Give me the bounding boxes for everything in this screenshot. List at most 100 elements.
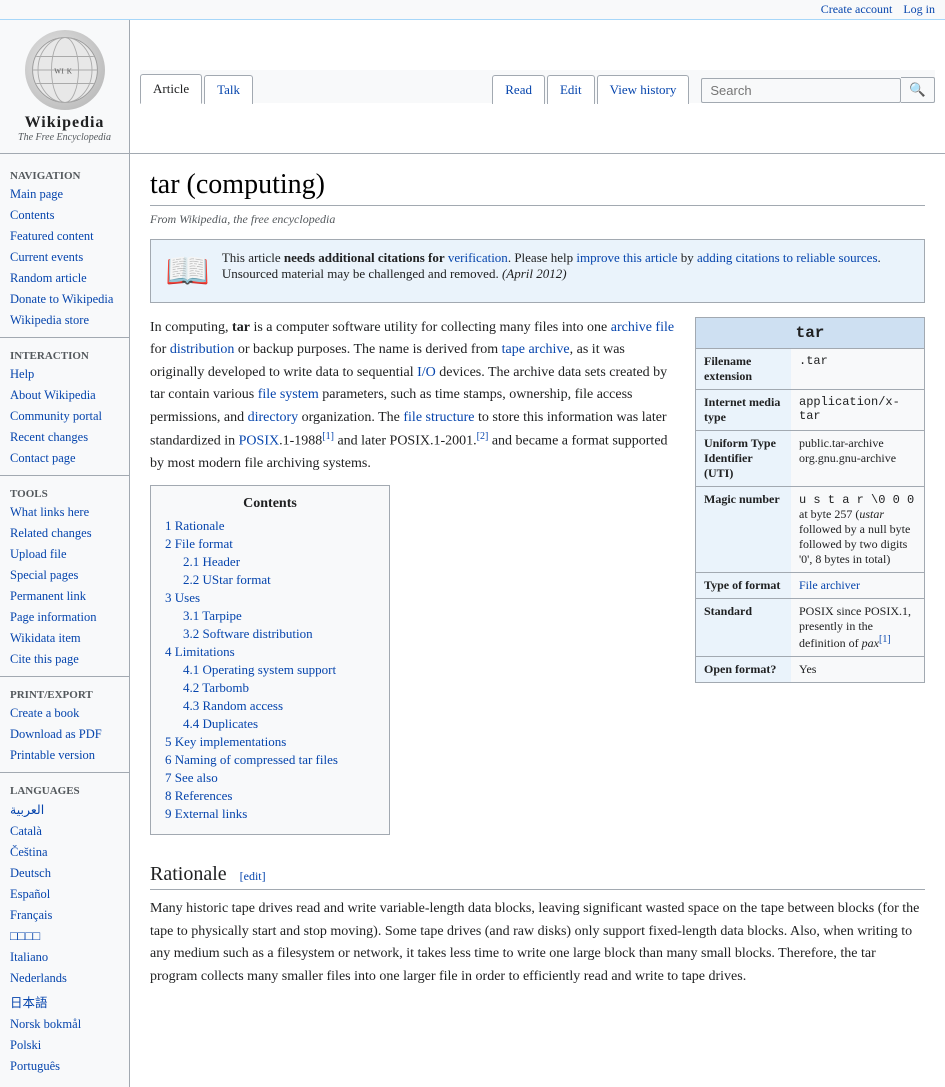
file-structure-link[interactable]: file structure	[403, 410, 474, 425]
contents-link-os-support[interactable]: 4.1 Operating system support	[183, 662, 336, 677]
citation-text: This article needs additional citations …	[222, 250, 910, 282]
sidebar-item-community-portal[interactable]: Community portal	[0, 406, 129, 427]
sidebar-item-ja[interactable]: 日本語	[0, 989, 129, 1014]
rationale-edit-link[interactable]: [edit]	[240, 869, 266, 883]
contents-link-random-access[interactable]: 4.3 Random access	[183, 698, 283, 713]
contents-item-5: 5 Key implementations	[165, 734, 375, 750]
contents-link-software-dist[interactable]: 3.2 Software distribution	[183, 626, 313, 641]
sidebar-item-contact[interactable]: Contact page	[0, 448, 129, 469]
sidebar-item-nl[interactable]: Nederlands	[0, 968, 129, 989]
contents-link-limitations[interactable]: 4 Limitations	[165, 644, 235, 659]
sidebar-item-wikidata[interactable]: Wikidata item	[0, 628, 129, 649]
sidebar-item-fr[interactable]: Français	[0, 905, 129, 926]
infobox-row-magic: Magic number u s t a r \0 0 0 at byte 25…	[696, 486, 924, 572]
sidebar-item-donate[interactable]: Donate to Wikipedia	[0, 289, 129, 310]
contents-link-external-links[interactable]: 9 External links	[165, 806, 247, 821]
sidebar-item-ca[interactable]: Català	[0, 821, 129, 842]
sidebar-item-download-pdf[interactable]: Download as PDF	[0, 724, 129, 745]
contents-link-ustar[interactable]: 2.2 UStar format	[183, 572, 271, 587]
contents-link-uses[interactable]: 3 Uses	[165, 590, 200, 605]
sidebar-item-recent-changes[interactable]: Recent changes	[0, 427, 129, 448]
contents-item-4-3: 4.3 Random access	[183, 698, 375, 714]
io-link[interactable]: I/O	[417, 365, 436, 380]
sidebar-item-pt[interactable]: Português	[0, 1056, 129, 1077]
infobox: tar Filename extension .tar Internet med…	[695, 317, 925, 683]
contents-link-implementations[interactable]: 5 Key implementations	[165, 734, 286, 749]
contents-link-duplicates[interactable]: 4.4 Duplicates	[183, 716, 258, 731]
tape-archive-link[interactable]: tape archive	[502, 342, 570, 357]
contents-link-file-format[interactable]: 2 File format	[165, 536, 233, 551]
sidebar-item-special-pages[interactable]: Special pages	[0, 565, 129, 586]
sidebar-divider-4	[0, 772, 129, 773]
page-subtitle: From Wikipedia, the free encyclopedia	[150, 212, 925, 227]
ref-1-link[interactable]: [1]	[322, 431, 334, 442]
contents-link-naming[interactable]: 6 Naming of compressed tar files	[165, 752, 338, 767]
search-button[interactable]: 🔍	[901, 77, 935, 103]
sidebar-item-nb[interactable]: Norsk bokmål	[0, 1014, 129, 1035]
citation-sources-link[interactable]: adding citations to reliable sources	[697, 250, 878, 265]
contents-link-tarbomb[interactable]: 4.2 Tarbomb	[183, 680, 249, 695]
search-input[interactable]	[701, 78, 901, 103]
rationale-heading-text: Rationale	[150, 863, 227, 885]
sidebar-item-cs[interactable]: Čeština	[0, 842, 129, 863]
sidebar-item-random-article[interactable]: Random article	[0, 268, 129, 289]
log-in-link[interactable]: Log in	[903, 2, 935, 16]
citation-verification-link[interactable]: verification	[448, 250, 508, 265]
contents-item-3: 3 Uses	[165, 590, 375, 606]
tab-article[interactable]: Article	[140, 74, 202, 104]
interaction-section-title: Interaction	[0, 344, 129, 364]
sidebar-item-create-book[interactable]: Create a book	[0, 703, 129, 724]
sidebar-item-main-page[interactable]: Main page	[0, 184, 129, 205]
create-account-link[interactable]: Create account	[821, 2, 893, 16]
sidebar-item-cite-page[interactable]: Cite this page	[0, 649, 129, 670]
sidebar-item-printable[interactable]: Printable version	[0, 745, 129, 766]
contents-link-rationale[interactable]: 1 Rationale	[165, 518, 225, 533]
tab-edit[interactable]: Edit	[547, 75, 595, 104]
search-icon: 🔍	[909, 82, 926, 97]
sidebar-item-what-links[interactable]: What links here	[0, 502, 129, 523]
infobox-row-type: Type of format File archiver	[696, 572, 924, 598]
tab-read[interactable]: Read	[492, 75, 545, 104]
infobox-row-media-type: Internet media type application/x-tar	[696, 389, 924, 430]
sidebar-item-other[interactable]: □□□□	[0, 926, 129, 947]
top-bar: Create account Log in	[0, 0, 945, 20]
sidebar-item-contents[interactable]: Contents	[0, 205, 129, 226]
distribution-link[interactable]: distribution	[170, 342, 235, 357]
contents-link-references[interactable]: 8 References	[165, 788, 233, 803]
contents-link-tarpipe[interactable]: 3.1 Tarpipe	[183, 608, 242, 623]
sidebar-item-de[interactable]: Deutsch	[0, 863, 129, 884]
contents-item-9: 9 External links	[165, 806, 375, 822]
sidebar-item-es[interactable]: Español	[0, 884, 129, 905]
sidebar-item-about[interactable]: About Wikipedia	[0, 385, 129, 406]
sidebar-item-help[interactable]: Help	[0, 364, 129, 385]
sidebar-item-ar[interactable]: العربية	[0, 799, 129, 821]
tab-view-history[interactable]: View history	[597, 75, 690, 104]
file-system-link[interactable]: file system	[258, 387, 319, 402]
contents-link-see-also[interactable]: 7 See also	[165, 770, 218, 785]
sidebar: Navigation Main page Contents Featured c…	[0, 154, 130, 1087]
sidebar-item-related-changes[interactable]: Related changes	[0, 523, 129, 544]
contents-link-header[interactable]: 2.1 Header	[183, 554, 240, 569]
contents-item-2-2: 2.2 UStar format	[183, 572, 375, 588]
sidebar-item-permanent-link[interactable]: Permanent link	[0, 586, 129, 607]
tools-section-title: Tools	[0, 482, 129, 502]
infobox-value-magic: u s t a r \0 0 0 at byte 257 (ustar foll…	[791, 487, 924, 572]
citation-improve-link[interactable]: improve this article	[576, 250, 677, 265]
wikipedia-globe-icon[interactable]: W I K	[25, 30, 105, 110]
sidebar-item-wiki-store[interactable]: Wikipedia store	[0, 310, 129, 331]
tab-talk[interactable]: Talk	[204, 75, 253, 104]
directory-link[interactable]: directory	[248, 410, 299, 425]
header: W I K Wikipedia The Free Encyclopedia Ar…	[0, 20, 945, 154]
contents-item-1: 1 Rationale	[165, 518, 375, 534]
sidebar-item-page-info[interactable]: Page information	[0, 607, 129, 628]
sidebar-item-featured-content[interactable]: Featured content	[0, 226, 129, 247]
sidebar-item-pl[interactable]: Polski	[0, 1035, 129, 1056]
archive-file-link[interactable]: archive file	[611, 320, 674, 335]
sidebar-item-it[interactable]: Italiano	[0, 947, 129, 968]
posix-link[interactable]: POSIX	[239, 434, 279, 449]
sidebar-item-upload-file[interactable]: Upload file	[0, 544, 129, 565]
infobox-file-archiver-link[interactable]: File archiver	[799, 578, 860, 592]
infobox-ref-link[interactable]: [1]	[879, 634, 891, 645]
ref-2-link[interactable]: [2]	[477, 431, 489, 442]
sidebar-item-current-events[interactable]: Current events	[0, 247, 129, 268]
